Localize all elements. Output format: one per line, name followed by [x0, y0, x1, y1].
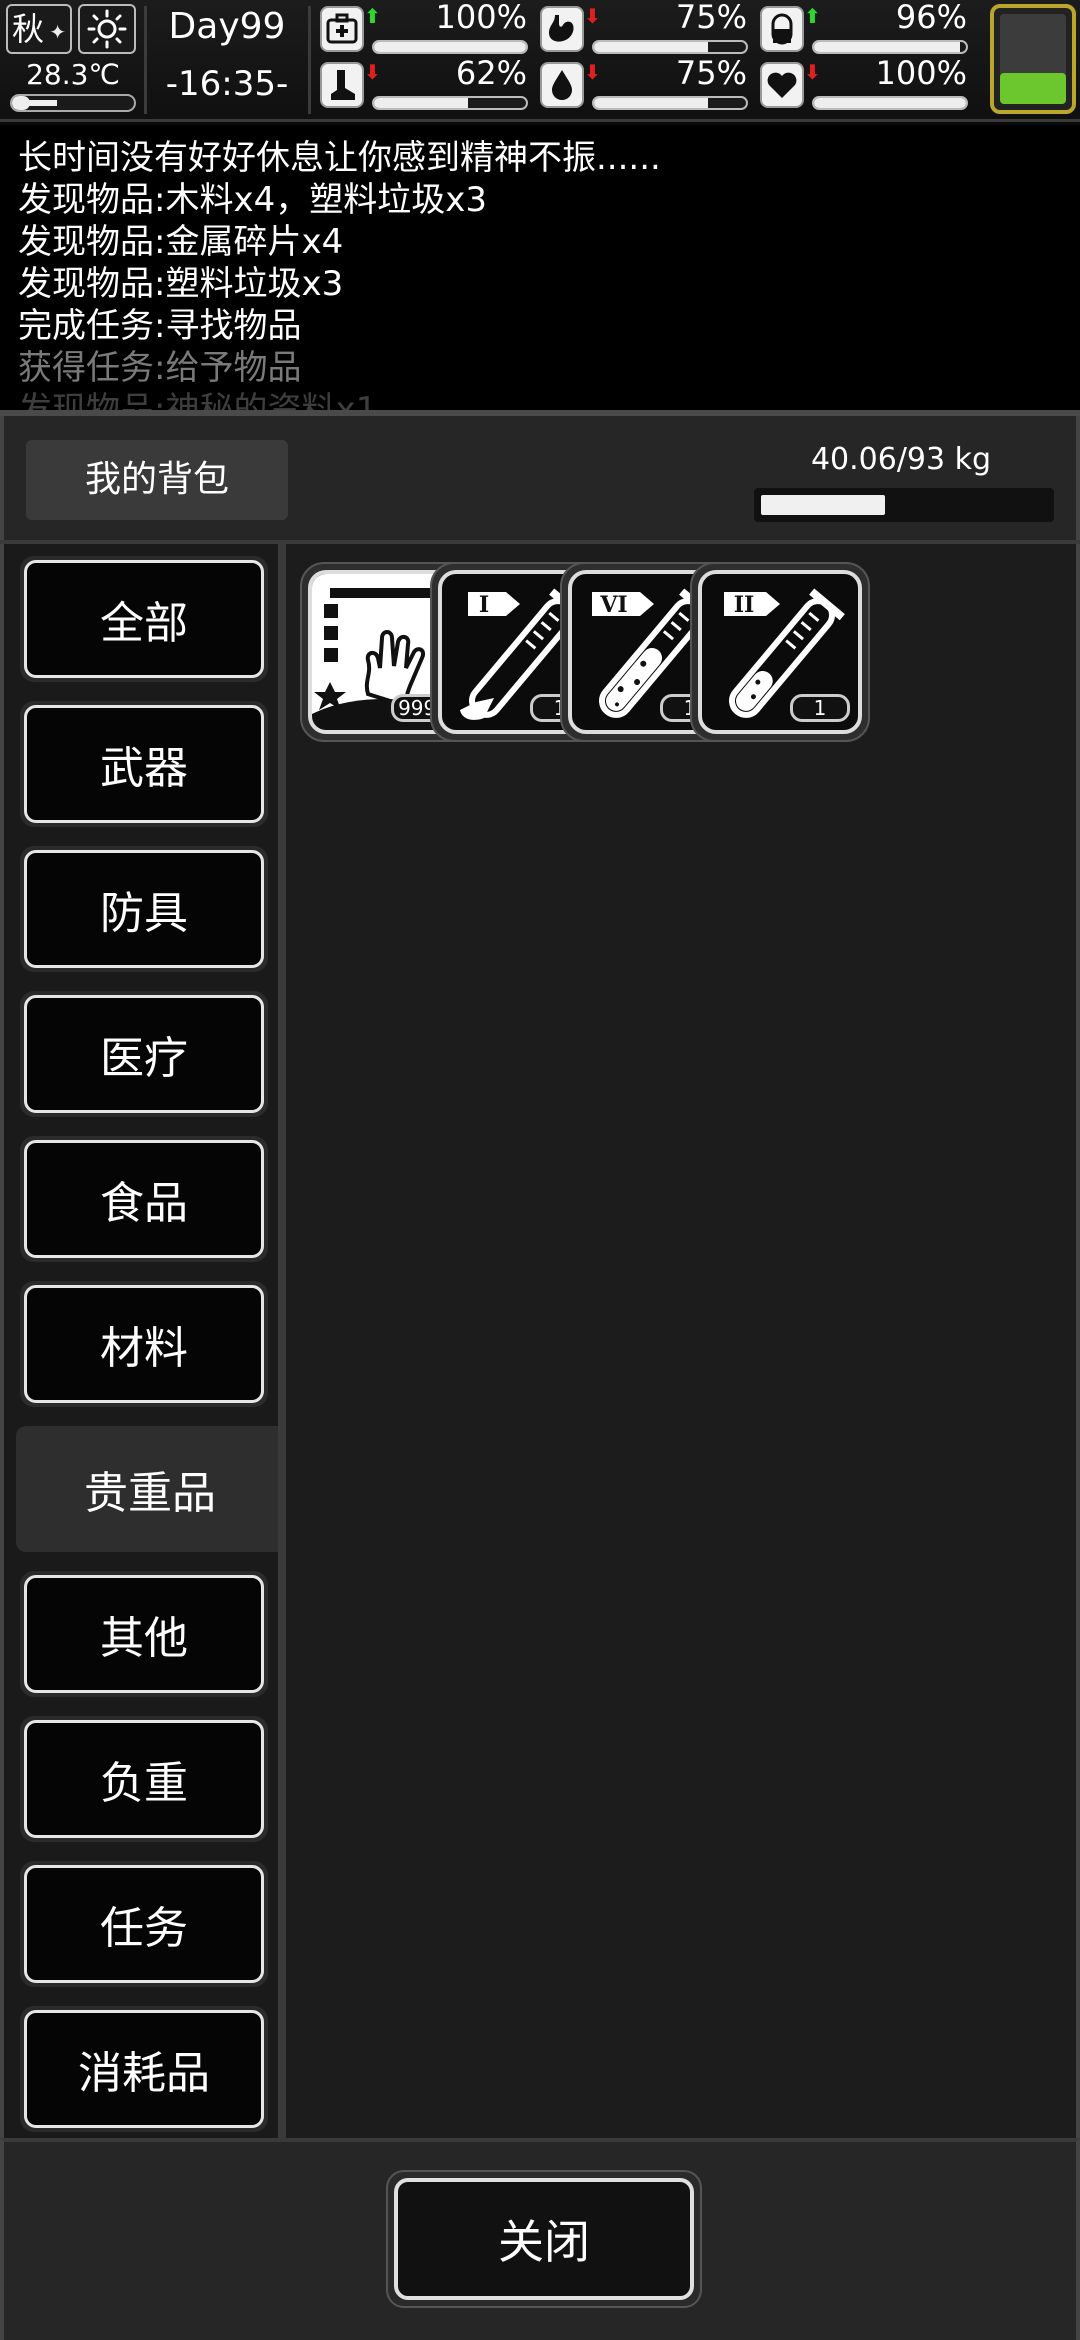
season-label: 秋: [12, 10, 45, 48]
stomach-icon: [540, 6, 584, 52]
category-armor[interactable]: 防具: [20, 846, 268, 972]
trend-arrow-icon: ⬇: [804, 60, 821, 84]
stat-stamina: ⬇ 62%: [320, 54, 535, 112]
backpack-tab[interactable]: 我的背包: [26, 440, 288, 520]
trend-arrow-icon: ⬇: [584, 4, 601, 28]
leaf-icon: ✦: [49, 20, 66, 44]
log-line: 完成任务:寻找物品: [18, 306, 302, 346]
thermometer-bar: [10, 94, 136, 112]
category-materials[interactable]: 材料: [20, 1281, 268, 1407]
sidebar-divider: [278, 544, 286, 2138]
stat-hunger: ⬇ 75%: [540, 0, 755, 56]
temperature-label: 28.3℃: [26, 58, 120, 91]
log-line: 获得任务:给予物品: [18, 348, 302, 388]
test-tube-2-icon: II 1: [698, 570, 862, 734]
stat-percent: 100%: [435, 0, 527, 36]
status-hud: 秋 ✦ 28.3℃ Day99 -16:35- ⬆ 100% ⬇ 75% ⬆ 9…: [0, 0, 1080, 122]
tube-tag: VI: [599, 592, 627, 618]
hud-divider: [308, 6, 311, 114]
close-button-label: 关闭: [394, 2178, 694, 2300]
log-line: 发现物品:塑料垃圾x3: [18, 264, 344, 304]
category-label: 贵重品: [20, 1430, 280, 1548]
category-quest[interactable]: 任务: [20, 1861, 268, 1987]
battery-charge: [1000, 72, 1066, 104]
pill-icon: [760, 6, 804, 52]
heart-icon: [760, 62, 804, 108]
weight-label: 40.06/93 kg: [810, 442, 992, 477]
log-line: 发现物品:神秘的资料x1: [18, 390, 378, 410]
category-all[interactable]: 全部: [20, 556, 268, 682]
category-label: 其他: [24, 1575, 264, 1693]
category-valuables[interactable]: 贵重品: [16, 1426, 284, 1552]
stat-bar: [812, 96, 968, 110]
stat-percent: 100%: [875, 54, 967, 92]
stat-bar: [592, 96, 748, 110]
stat-health: ⬆ 100%: [320, 0, 535, 56]
stat-mood: ⬆ 96%: [760, 0, 975, 56]
close-button[interactable]: 关闭: [386, 2170, 702, 2308]
weight-bar: [754, 488, 1054, 522]
category-label: 防具: [24, 850, 264, 968]
log-line: 发现物品:金属碎片x4: [18, 222, 344, 262]
stat-percent: 96%: [895, 0, 967, 36]
category-label: 食品: [24, 1140, 264, 1258]
season-badge: 秋 ✦: [6, 4, 72, 54]
message-log[interactable]: 长时间没有好好休息让你感到精神不振...... 发现物品:木料x4，塑料垃圾x3…: [0, 125, 1080, 410]
item-grid: 999+ I 1 VI: [286, 544, 1080, 2138]
category-carry[interactable]: 负重: [20, 1716, 268, 1842]
inventory-header: 我的背包 40.06/93 kg: [0, 416, 1080, 542]
trend-arrow-icon: ⬇: [364, 60, 381, 84]
stat-bar: [812, 40, 968, 54]
hud-divider: [144, 6, 147, 114]
stat-percent: 75%: [675, 54, 747, 92]
stat-thirst: ⬇ 75%: [540, 54, 755, 112]
trend-arrow-icon: ⬆: [364, 4, 381, 28]
category-food[interactable]: 食品: [20, 1136, 268, 1262]
day-counter: Day99: [168, 6, 286, 47]
tube-tag: II: [734, 592, 755, 618]
inventory-footer: 关闭: [0, 2138, 1080, 2340]
item-slot[interactable]: II 1: [690, 562, 870, 742]
log-line: 发现物品:木料x4，塑料垃圾x3: [18, 180, 487, 220]
category-label: 全部: [24, 560, 264, 678]
category-medical[interactable]: 医疗: [20, 991, 268, 1117]
category-label: 材料: [24, 1285, 264, 1403]
category-sidebar: 全部 武器 防具 医疗 食品 材料 贵重品 其他 负重 任务 消耗品: [0, 544, 284, 2138]
category-label: 武器: [24, 705, 264, 823]
tube-tag: I: [479, 592, 489, 618]
stat-bar: [592, 40, 748, 54]
medkit-icon: [320, 6, 364, 52]
category-label: 医疗: [24, 995, 264, 1113]
sun-icon: [78, 4, 136, 54]
category-weapons[interactable]: 武器: [20, 701, 268, 827]
category-other[interactable]: 其他: [20, 1571, 268, 1697]
trend-arrow-icon: ⬇: [584, 60, 601, 84]
game-clock: -16:35-: [165, 64, 289, 104]
stat-bar: [372, 40, 528, 54]
log-line: 长时间没有好好休息让你感到精神不振......: [18, 138, 661, 178]
trend-arrow-icon: ⬆: [804, 4, 821, 28]
stat-percent: 75%: [675, 0, 747, 36]
category-label: 任务: [24, 1865, 264, 1983]
category-consumables[interactable]: 消耗品: [20, 2006, 268, 2132]
item-count-badge: 1: [790, 694, 850, 722]
stat-percent: 62%: [455, 54, 527, 92]
category-label: 负重: [24, 1720, 264, 1838]
stat-bar: [372, 96, 528, 110]
leg-icon: [320, 62, 364, 108]
stat-spirit: ⬇ 100%: [760, 54, 975, 112]
water-drop-icon: [540, 62, 584, 108]
category-label: 消耗品: [24, 2010, 264, 2128]
battery-button[interactable]: [990, 4, 1076, 114]
